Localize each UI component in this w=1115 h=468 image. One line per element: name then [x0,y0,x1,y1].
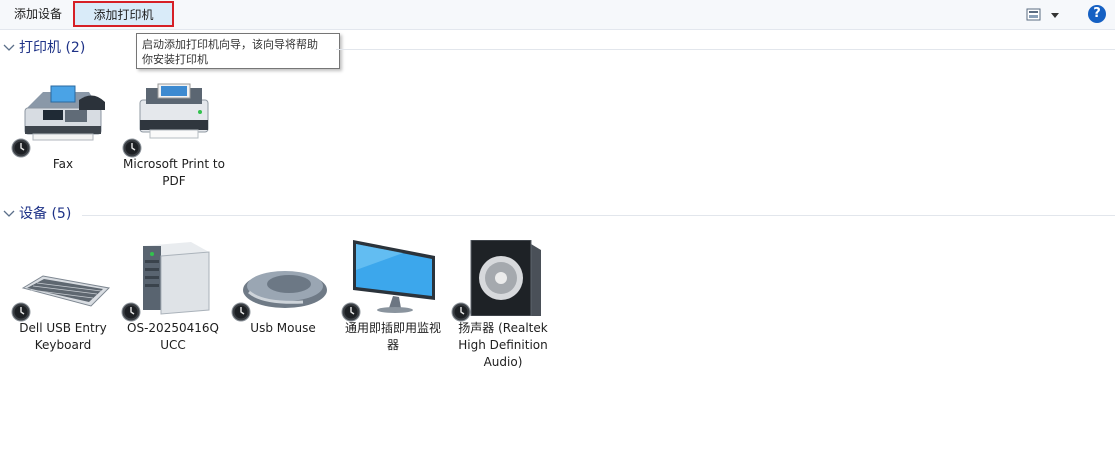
device-tile-computer[interactable]: OS-20250416Q UCC [120,240,226,354]
device-label: Microsoft Print to PDF [123,157,225,188]
device-tile-keyboard[interactable]: Dell USB Entry Keyboard [10,240,116,354]
device-label: 通用即插即用监视器 [344,321,441,352]
clock-status-icon [231,302,251,322]
mouse-icon [231,240,333,322]
command-bar: 添加设备 添加打印机 ? [0,0,1115,30]
help-button[interactable]: ? [1088,5,1106,23]
keyboard-icon [11,240,113,322]
add-printer-button[interactable]: 添加打印机 [73,1,174,27]
chevron-down-icon [3,44,15,51]
device-label: Usb Mouse [250,321,316,335]
device-tile-fax[interactable]: Fax [10,80,116,173]
printers-group-title: 打印机 (2) [19,40,86,56]
speaker-icon [451,239,553,322]
view-options-icon [1026,8,1059,21]
fax-icon [11,80,113,158]
change-view-button[interactable] [1026,7,1066,21]
devices-group-header[interactable]: 设备 (5) [0,204,1115,224]
device-tile-mouse[interactable]: Usb Mouse [230,240,336,337]
clock-status-icon [451,302,471,322]
add-device-button[interactable]: 添加设备 [4,2,72,26]
monitor-icon [341,240,443,322]
device-tile-microsoft-print-to-pdf[interactable]: Microsoft Print to PDF [121,80,227,190]
device-label: OS-20250416Q UCC [127,321,219,352]
group-divider [82,215,1115,216]
device-label: Fax [52,157,74,171]
chevron-down-icon [3,210,15,217]
clock-status-icon [121,302,141,322]
printers-group-header[interactable]: 打印机 (2) [0,38,1115,58]
clock-status-icon [122,138,142,158]
devices-group-title: 设备 (5) [19,206,72,222]
device-tile-speaker[interactable]: 扬声器 (Realtek High Definition Audio) [450,239,556,371]
printer-icon [122,80,224,158]
group-divider [336,49,1115,50]
clock-status-icon [11,138,31,158]
clock-status-icon [341,302,361,322]
device-label: Dell USB Entry Keyboard [19,321,107,352]
device-tile-monitor[interactable]: 通用即插即用监视器 [340,240,446,354]
clock-status-icon [11,302,31,322]
device-label: 扬声器 (Realtek High Definition Audio) [458,321,548,369]
computer-tower-icon [121,240,223,322]
